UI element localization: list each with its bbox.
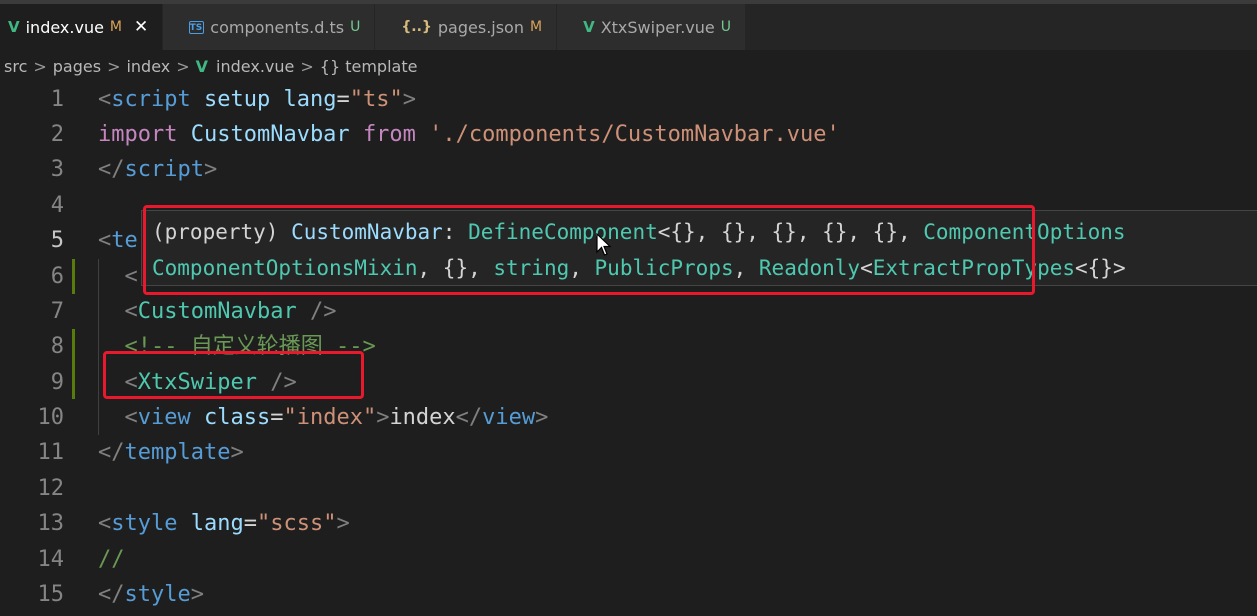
line-number: 11 bbox=[37, 440, 65, 465]
code-text: <te bbox=[98, 228, 138, 253]
untracked-badge: U bbox=[720, 19, 731, 35]
line-number: 14 bbox=[37, 547, 65, 572]
code-text: import CustomNavbar from './components/C… bbox=[98, 122, 840, 147]
tab-label: index.vue bbox=[25, 17, 104, 37]
code-line: 14 // bbox=[0, 542, 1257, 577]
line-number: 1 bbox=[50, 87, 64, 112]
code-line: 3 </script> bbox=[0, 152, 1257, 187]
code-text: <script setup lang="ts"> bbox=[98, 87, 416, 112]
line-number: 9 bbox=[50, 370, 64, 395]
code-line: 10 <view class="index">index</view> bbox=[0, 400, 1257, 435]
code-line: 13 <style lang="scss"> bbox=[0, 506, 1257, 541]
tab-label: XtxSwiper.vue bbox=[600, 17, 715, 37]
annotation-box-hover bbox=[143, 205, 1035, 295]
modified-badge: M bbox=[529, 19, 543, 35]
line-number: 15 bbox=[37, 582, 65, 607]
line-number: 7 bbox=[50, 299, 64, 324]
code-line: 1 <script setup lang="ts"> bbox=[0, 82, 1257, 117]
line-number: 8 bbox=[50, 334, 64, 359]
breadcrumb-item-src[interactable]: src bbox=[4, 57, 27, 76]
vue-icon: V bbox=[583, 18, 595, 36]
code-text: </template> bbox=[98, 440, 244, 465]
tab-label: components.d.ts bbox=[210, 17, 345, 37]
code-text: < bbox=[124, 264, 138, 289]
line-number: 3 bbox=[50, 157, 64, 182]
tab-pages-json[interactable]: {..} pages.json M bbox=[375, 4, 558, 50]
typescript-icon: TS bbox=[189, 20, 205, 34]
chevron-right-icon: > bbox=[300, 56, 314, 76]
code-line: 7 <CustomNavbar /> bbox=[0, 294, 1257, 329]
line-number: 12 bbox=[37, 476, 65, 501]
tab-label: pages.json bbox=[437, 17, 524, 37]
chevron-right-icon: > bbox=[176, 56, 190, 76]
code-line: 12 bbox=[0, 471, 1257, 506]
code-line: 11 </template> bbox=[0, 435, 1257, 470]
code-comment: // bbox=[98, 547, 125, 572]
code-text: </style> bbox=[98, 582, 204, 607]
annotation-box-xtxswiper bbox=[103, 351, 364, 399]
code-line: 15 </style> bbox=[0, 577, 1257, 612]
code-text: <view class="index">index</view> bbox=[124, 405, 549, 430]
mouse-cursor-icon bbox=[596, 233, 612, 256]
code-text: <style lang="scss"> bbox=[98, 511, 350, 536]
line-number: 5 bbox=[50, 228, 64, 253]
json-icon: {..} bbox=[401, 19, 432, 35]
line-number: 10 bbox=[37, 405, 65, 430]
code-line: 2 import CustomNavbar from './components… bbox=[0, 117, 1257, 152]
tab-index-vue[interactable]: V index.vue M ✕ bbox=[0, 4, 164, 50]
editor-tab-bar: V index.vue M ✕ TS components.d.ts U {..… bbox=[0, 0, 1257, 50]
modified-badge: M bbox=[109, 19, 123, 35]
breadcrumb-item-symbol[interactable]: {} template bbox=[320, 57, 418, 76]
vue-icon: V bbox=[195, 56, 209, 76]
breadcrumb-item-index[interactable]: index bbox=[126, 57, 170, 76]
code-editor[interactable]: 1 <script setup lang="ts"> 2 import Cust… bbox=[0, 82, 1257, 616]
line-number: 13 bbox=[37, 511, 65, 536]
line-number: 4 bbox=[50, 193, 64, 218]
tab-xtxswiper-vue[interactable]: V XtxSwiper.vue U bbox=[557, 4, 746, 50]
line-number: 2 bbox=[50, 122, 64, 147]
tab-components-d-ts[interactable]: TS components.d.ts U bbox=[163, 4, 376, 50]
breadcrumb-item-file[interactable]: index.vue bbox=[216, 57, 294, 76]
line-number: 6 bbox=[50, 264, 64, 289]
chevron-right-icon: > bbox=[33, 56, 47, 76]
vue-icon: V bbox=[8, 18, 20, 36]
code-text: <CustomNavbar /> bbox=[124, 299, 337, 324]
chevron-right-icon: > bbox=[107, 56, 121, 76]
code-text: </script> bbox=[98, 157, 218, 182]
breadcrumb-item-pages[interactable]: pages bbox=[53, 57, 101, 76]
untracked-badge: U bbox=[350, 19, 361, 35]
close-icon[interactable]: ✕ bbox=[134, 17, 148, 37]
breadcrumb: src > pages > index > V index.vue > {} t… bbox=[0, 50, 1257, 82]
